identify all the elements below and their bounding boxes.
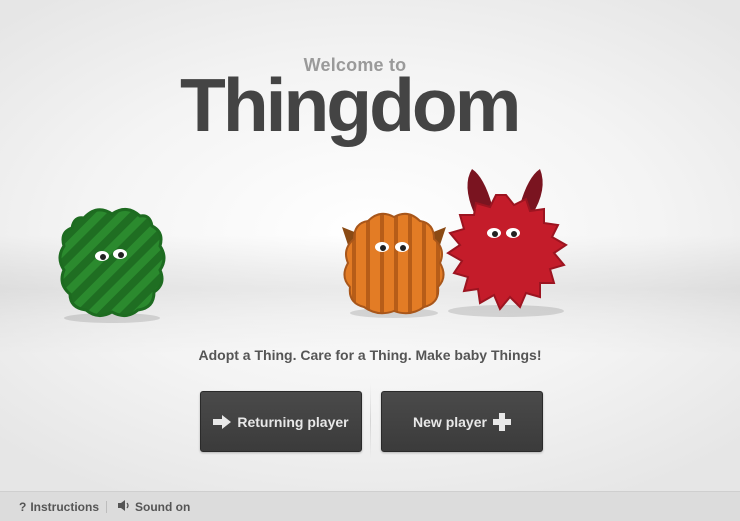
tagline: Adopt a Thing. Care for a Thing. Make ba… bbox=[198, 347, 542, 363]
red-thing[interactable] bbox=[436, 165, 574, 320]
footer-separator bbox=[106, 501, 107, 513]
instructions-link[interactable]: ? Instructions bbox=[19, 500, 99, 514]
instructions-label: Instructions bbox=[30, 500, 100, 514]
thingdom-logo: Thingdom bbox=[180, 60, 550, 150]
speaker-icon bbox=[118, 500, 131, 514]
sound-toggle[interactable]: Sound on bbox=[118, 500, 190, 514]
orange-thing[interactable] bbox=[338, 205, 450, 320]
plus-icon bbox=[492, 412, 511, 431]
footer-bar: ? Instructions Sound on bbox=[0, 491, 740, 521]
logo-text: Thingdom bbox=[180, 63, 521, 147]
green-thing[interactable] bbox=[52, 200, 172, 325]
button-divider bbox=[370, 383, 371, 459]
new-player-button[interactable]: New player bbox=[381, 391, 543, 452]
arrow-right-icon bbox=[213, 414, 232, 429]
new-player-label: New player bbox=[413, 413, 487, 430]
returning-player-button[interactable]: Returning player bbox=[200, 391, 362, 452]
sound-label: Sound on bbox=[135, 500, 191, 514]
returning-player-label: Returning player bbox=[237, 413, 349, 430]
question-icon: ? bbox=[19, 500, 27, 514]
